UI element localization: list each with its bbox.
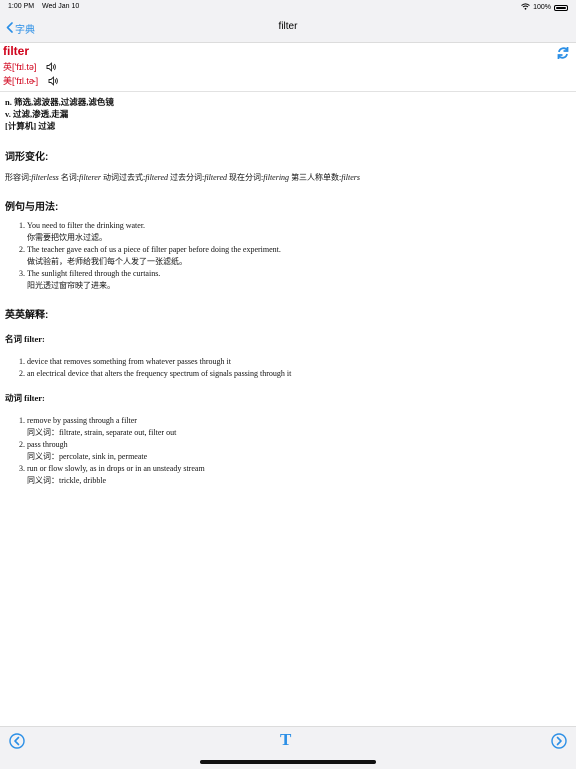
navigation-bar: 字典 filter [0,14,576,43]
basic-definitions: n. 筛选,滤波器,过滤器,滤色镜 v. 过滤,渗透,走漏 [计算机] 过滤 [5,96,114,132]
us-pronunciation: 美['fɪl.tɚ] [3,74,58,87]
page-title: filter [278,21,298,32]
previous-button[interactable] [9,733,25,749]
list-item: pass through 同义词：percolate, sink in, per… [27,439,205,463]
morph-form: filterless [31,173,59,182]
verb-heading: 动词 filter: [5,393,45,403]
example-zh: 你需要把饮用水过滤。 [27,233,107,242]
verb-synonyms: 同义词：trickle, dribble [27,476,107,485]
morph-label: 现在分词: [229,173,264,182]
examples-heading: 例句与用法: [5,202,59,213]
battery-icon [554,4,568,11]
verb-defs-container: remove by passing through a filter 同义词：f… [5,415,205,487]
home-indicator [200,760,376,764]
list-item: You need to filter the drinking water. 你… [27,220,281,244]
verb-synonyms: 同义词：percolate, sink in, permeate [27,452,148,461]
definition-verb: v. 过滤,渗透,走漏 [5,109,69,119]
morph-label: 名词: [60,173,80,182]
morph-form: filtered [145,173,168,182]
list-item: run or flow slowly, as in drops or in an… [27,463,205,487]
speaker-icon[interactable] [48,75,58,86]
noun-defs-list: device that removes something from whate… [5,356,291,380]
list-item: The sunlight filtered through the curtai… [27,268,281,292]
definition-computing: [计算机] 过滤 [5,121,56,131]
speaker-icon[interactable] [46,61,57,72]
verb-def: pass through [27,440,68,449]
uk-phonetic: 英['fɪl.tə] [3,62,37,72]
morph-label: 第三人称单数: [291,173,342,182]
noun-defs-container: device that removes something from whate… [5,356,291,380]
chevron-right-circle-icon [551,733,567,749]
list-item: The teacher gave each of us a piece of f… [27,244,281,268]
example-en: You need to filter the drinking water. [27,221,146,230]
example-en: The teacher gave each of us a piece of f… [27,245,281,254]
font-size-button[interactable]: T [280,730,291,750]
list-item: remove by passing through a filter 同义词：f… [27,415,205,439]
list-item: device that removes something from whate… [27,356,291,368]
morph-label: 过去分词: [170,173,205,182]
verb-def: run or flow slowly, as in drops or in an… [27,464,205,473]
examples-list: You need to filter the drinking water. 你… [5,220,281,292]
example-en: The sunlight filtered through the curtai… [27,269,161,278]
english-heading: 英英解释: [5,310,49,321]
verb-synonyms: 同义词：filtrate, strain, separate out, filt… [27,428,177,437]
chevron-left-circle-icon [9,733,25,749]
wifi-icon [521,3,530,12]
examples-list-container: You need to filter the drinking water. 你… [5,220,281,292]
verb-def: remove by passing through a filter [27,416,137,425]
status-time: 1:00 PM [8,3,35,10]
noun-heading: 名词 filter: [5,334,45,344]
definition-noun: n. 筛选,滤波器,过滤器,滤色镜 [5,97,114,107]
morph-form: filtered [204,173,228,182]
us-phonetic: 美['fɪl.tɚ] [3,76,39,86]
list-item: an electrical device that alters the fre… [27,368,291,380]
verb-defs-list: remove by passing through a filter 同义词：f… [5,415,205,487]
refresh-icon[interactable] [556,46,570,60]
battery-percent: 100% [533,4,551,11]
status-date: Wed Jan 10 [42,3,80,10]
headword-panel: filter 英['fɪl.tə] 美['fɪl.tɚ] [0,43,576,92]
uk-pronunciation: 英['fɪl.tə] [3,60,57,73]
example-zh: 做试验前，老师给我们每个人发了一张滤纸。 [27,257,187,266]
next-button[interactable] [551,733,567,749]
headword: filter [3,44,30,58]
morph-forms: 形容词:filterless 名词:filterer 动词过去式:filtere… [5,172,360,184]
morph-label: 动词过去式: [102,173,146,182]
example-zh: 阳光透过窗帘映了进来。 [27,281,115,290]
morph-label: 形容词: [5,173,32,182]
status-bar: 1:00 PM Wed Jan 10 100% [0,0,576,14]
morph-heading: 词形变化: [5,152,49,163]
morph-form: filterer [79,173,101,182]
morph-form: filtering [263,173,290,182]
morph-form: filters [341,173,360,182]
